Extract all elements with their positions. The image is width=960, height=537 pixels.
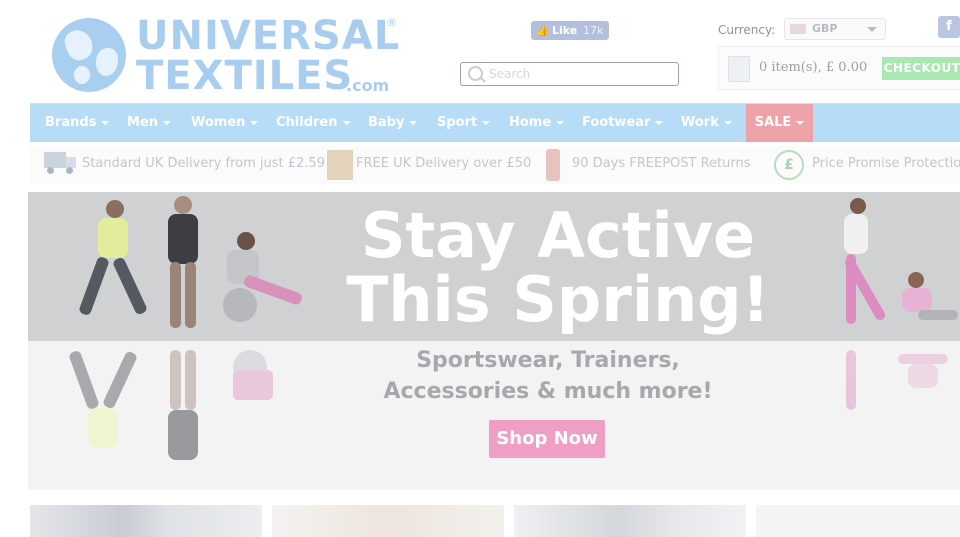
nav-item-baby[interactable]: Baby [368,104,418,142]
page: UNIVERSAL ® TEXTILES .com 👍 Like 17k Cur… [0,0,960,537]
nav-item-label: Men [127,115,159,130]
usp-standard-delivery[interactable]: Standard UK Delivery from just £2.59 [82,156,325,171]
category-tile[interactable] [272,505,504,537]
checkout-button[interactable]: CHECKOUT [882,57,960,80]
chevron-down-icon [482,120,491,125]
category-tile[interactable] [514,505,746,537]
category-tile-image [30,505,262,537]
usp-bar: Standard UK Delivery from just £2.59 FRE… [30,146,960,184]
postbox-icon [546,149,560,181]
chevron-down-icon [101,120,110,125]
nav-item-home[interactable]: Home [509,104,565,142]
nav-item-label: Footwear [582,115,651,130]
chevron-down-icon [796,120,805,125]
banner-subheadline-line-1: Sportswear, Trainers, [416,348,680,373]
banner-headline-line-1: Stay Active [360,199,756,272]
thumbs-up-icon: 👍 [536,24,550,37]
nav-item-sale[interactable]: SALE [746,104,813,142]
shop-now-button[interactable]: Shop Now [489,420,605,458]
athlete-figure [828,198,898,332]
chevron-down-icon [723,120,732,125]
athlete-figure [158,196,208,332]
globe-icon [52,18,126,92]
nav-item-label: SALE [754,115,792,130]
shopping-bag-icon[interactable] [728,56,750,82]
chevron-down-icon [163,120,172,125]
facebook-icon[interactable]: f [938,16,960,38]
logo-registered-mark: ® [386,16,397,29]
banner-headline: Stay Active This Spring! [318,204,798,332]
athlete-reflection [48,349,158,480]
like-label: Like [552,24,578,37]
athlete-reflection [223,350,313,450]
athlete-figure [223,232,313,332]
athlete-figure [58,200,168,330]
nav-item-label: Home [509,115,552,130]
nav-item-brands[interactable]: Brands [45,104,110,142]
search-input[interactable] [489,65,669,83]
banner-headline-line-2: This Spring! [346,263,770,336]
logo-domain-suffix: .com [346,76,390,95]
search-box [460,62,679,86]
athlete-figure [898,272,960,332]
uk-flag-icon [790,24,806,34]
facebook-like-button[interactable]: 👍 Like 17k [531,21,609,40]
category-tile[interactable] [30,505,262,537]
main-navigation: Brands Men Women Children Baby Sport Hom… [30,103,960,142]
delivery-truck-icon [44,152,76,174]
nav-item-label: Women [191,115,246,130]
nav-item-label: Work [681,115,719,130]
search-icon [468,66,483,81]
logo-word-universal: UNIVERSAL [136,13,401,59]
like-count: 17k [583,24,604,37]
nav-item-label: Brands [45,115,97,130]
chevron-down-icon [556,120,565,125]
category-tile-image [272,505,504,537]
currency-value: GBP [812,22,838,35]
site-logo[interactable]: UNIVERSAL ® TEXTILES .com [52,13,402,99]
nav-item-label: Children [276,115,338,130]
mini-basket: 0 item(s), £ 0.00 CHECKOUT [718,46,960,90]
chevron-down-icon [250,120,259,125]
banner-subheadline: Sportswear, Trainers, Accessories & much… [328,345,768,407]
chevron-down-icon [867,27,877,32]
athlete-reflection [828,350,958,484]
logo-word-textiles: TEXTILES [136,53,354,99]
nav-item-sport[interactable]: Sport [437,104,491,142]
currency-label: Currency: [718,23,776,37]
chevron-down-icon [409,120,418,125]
nav-item-children[interactable]: Children [276,104,351,142]
banner-subheadline-line-2: Accessories & much more! [383,379,713,404]
pound-icon: £ [774,150,804,180]
usp-freepost-returns[interactable]: 90 Days FREEPOST Returns [572,156,751,171]
category-tile-image [756,505,960,537]
category-tile-image [514,505,746,537]
nav-item-label: Baby [368,115,405,130]
category-tile[interactable] [756,505,960,537]
nav-item-women[interactable]: Women [191,104,259,142]
chevron-down-icon [655,120,664,125]
usp-price-promise[interactable]: Price Promise Protection [812,156,960,171]
nav-item-work[interactable]: Work [681,104,732,142]
athlete-reflection [158,350,208,486]
chevron-down-icon [342,120,351,125]
nav-item-men[interactable]: Men [127,104,172,142]
usp-free-delivery[interactable]: FREE UK Delivery over £50 [356,156,531,171]
nav-item-label: Sport [437,115,478,130]
hero-banner[interactable]: Stay Active This Spring! Sportswear, Tra… [28,192,960,490]
basket-summary[interactable]: 0 item(s), £ 0.00 [759,60,867,75]
nav-item-footwear[interactable]: Footwear [582,104,664,142]
parcel-icon [327,150,353,180]
currency-select[interactable]: GBP [784,18,886,40]
